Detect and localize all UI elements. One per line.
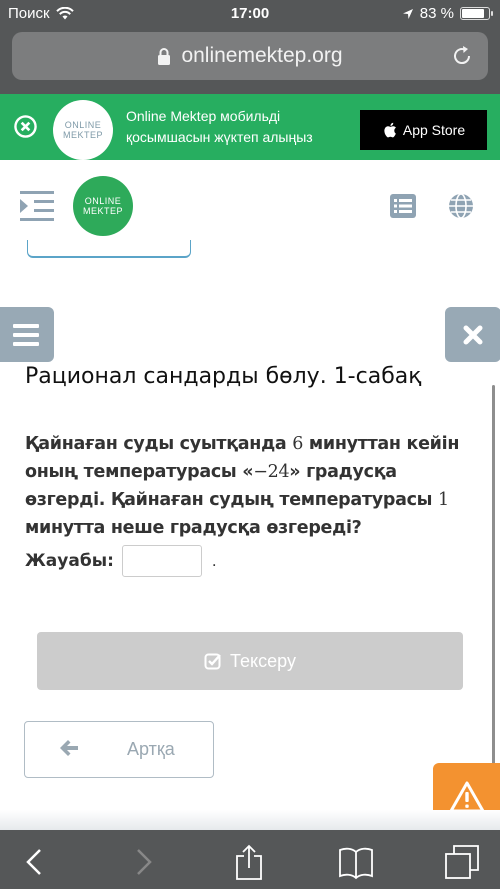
lesson-title: Рационал сандарды бөлу. 1-сабақ [25,364,422,389]
share-icon[interactable] [231,844,267,880]
logo-text-line1: ONLINE [84,196,122,206]
close-icon [463,325,483,344]
back-button-label: Артқа [127,739,175,759]
hamburger-icon [13,323,39,346]
question-text: Қайнаған суды суытқанда 6 минуттан кейін… [25,430,475,542]
battery-percent: 83 % [419,5,454,22]
bookmarks-icon[interactable] [338,844,374,880]
question-text-part: минутта неше градусқа өзгереді? [25,518,362,538]
partial-button-outline[interactable] [27,240,191,258]
logo-text-line1: ONLINE [64,120,102,130]
scrollbar[interactable] [492,385,495,815]
answer-suffix: . [211,551,217,570]
open-menu-button[interactable] [0,307,54,362]
banner-logo: ONLINE MEKTEP [53,100,113,160]
tabs-icon[interactable] [444,844,480,880]
close-panel-button[interactable] [445,307,500,362]
app-download-banner: ONLINE MEKTEP Online Mektep мобильді қос… [0,94,500,160]
status-bar: Поиск 17:00 83 % [0,0,500,28]
logo-text-line2: MEKTEP [82,206,123,216]
close-banner-icon[interactable] [14,115,37,138]
sidebar-toggle-icon[interactable] [20,190,54,222]
url-text: onlinemektep.org [181,44,343,67]
site-logo[interactable]: ONLINE MEKTEP [73,176,133,236]
question-number: 1 [437,490,449,510]
browser-bar: onlinemektep.org [0,28,500,94]
checkbox-checked-icon [204,653,221,670]
url-field[interactable]: onlinemektep.org [12,32,488,80]
answer-input[interactable] [121,545,202,577]
warning-icon [449,781,484,812]
banner-text-line1: Online Mektep мобильді [126,108,281,124]
answer-row: Жауабы: . [25,545,217,577]
app-store-label: App Store [402,122,466,138]
globe-icon[interactable] [448,193,474,219]
lock-icon [158,47,171,65]
logo-text-line2: MEKTEP [62,130,103,140]
list-icon[interactable] [390,194,416,218]
question-number: 6 [292,434,304,454]
app-store-button[interactable]: App Store [360,110,487,150]
reload-icon[interactable] [450,44,474,68]
forward-nav-icon[interactable] [124,844,160,880]
battery-icon [460,7,493,20]
page-bottom-shade [0,810,500,830]
apple-icon [384,122,396,138]
browser-toolbar [0,830,500,889]
check-button-label: Тексеру [230,650,296,671]
question-number: −24 [253,462,290,482]
back-button[interactable]: Артқа [24,721,214,778]
location-arrow-icon [402,8,413,19]
banner-text-line2: қосымшасын жүктеп алыңыз [126,129,313,145]
back-nav-icon[interactable] [18,844,54,880]
banner-message: Online Mektep мобильді қосымшасын жүктеп… [126,106,313,148]
arrow-left-icon [60,740,78,756]
check-answer-button[interactable]: Тексеру [37,632,463,690]
answer-label: Жауабы: [25,551,114,571]
question-text-part: Қайнаған суды суытқанда [25,434,293,454]
